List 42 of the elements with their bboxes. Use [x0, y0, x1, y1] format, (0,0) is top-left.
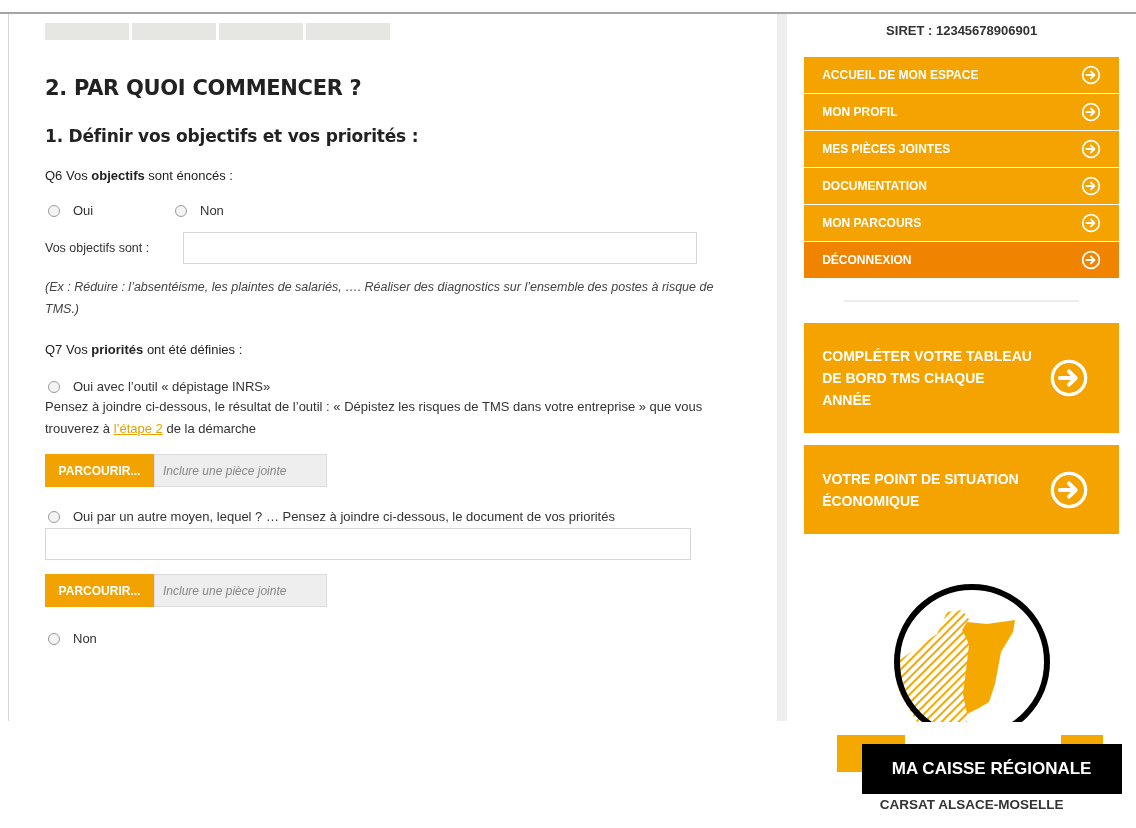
radio-button[interactable]: [48, 632, 60, 645]
question-label: Q7 Vos priorités ont été définies :: [45, 342, 244, 357]
question-label: Q6 Vos objectifs sont énoncés :: [45, 168, 234, 183]
radio-label: Oui avec l’outil « dépistage INRS»: [73, 379, 271, 394]
attachment-field[interactable]: Inclure une pièce jointe: [154, 574, 327, 607]
siret-number: SIRET : 12345678906901: [886, 23, 1038, 38]
arrow-circle-icon: [1081, 139, 1102, 159]
arrow-circle-icon: [1049, 358, 1090, 398]
region-name: CARSAT ALSACE-MOSELLE: [879, 797, 1064, 812]
promo-button[interactable]: VOTRE POINT DE SITUATION ÉCONOMIQUE: [804, 445, 1120, 534]
arrow-circle-icon: [1081, 176, 1102, 196]
text-field[interactable]: [183, 232, 697, 264]
text-field[interactable]: [45, 528, 691, 560]
field-label: Vos objectifs sont :: [45, 241, 151, 255]
region-banner: MA CAISSE RÉGIONALE: [861, 744, 1122, 794]
page-heading: 2. PAR QUOI COMMENCER ?: [45, 76, 363, 100]
menu-item[interactable]: MON PARCOURS: [804, 205, 1120, 241]
attachment-field[interactable]: Inclure une pièce jointe: [154, 454, 327, 487]
instruction-text: Pensez à joindre ci-dessous, le résultat de l’outil : « Dépistez les risques de TMS dans votre entreprise » que vous trouverez à l’étape 2 de la démarche: [45, 398, 704, 438]
section-heading: 1. Définir vos objectifs et vos priorités :: [45, 126, 420, 146]
radio-label: Oui par un autre moyen, lequel ? … Pensez à joindre ci-dessous, le document de vos priorités: [73, 509, 615, 524]
arrow-circle-icon: [1081, 102, 1102, 122]
radio-label: Non: [200, 203, 224, 218]
radio-label: Oui: [73, 203, 94, 218]
browse-button[interactable]: PARCOURIR...: [45, 454, 154, 487]
arrow-circle-icon: [1081, 250, 1102, 270]
arrow-circle-icon: [1081, 65, 1102, 85]
menu-item[interactable]: MES PIÈCES JOINTES: [804, 131, 1120, 167]
menu-item[interactable]: MON PROFIL: [804, 94, 1120, 130]
arrow-circle-icon: [1081, 213, 1102, 233]
promo-button[interactable]: COMPLÉTER VOTRE TABLEAU DE BORD TMS CHAQUE ANNÉE: [804, 323, 1120, 433]
menu-item[interactable]: ACCUEIL DE MON ESPACE: [804, 57, 1120, 93]
radio-button[interactable]: [48, 380, 60, 393]
radio-button[interactable]: [175, 204, 187, 217]
example-note: (Ex : Réduire : l’absentéisme, les plaintes de salariés, …. Réaliser des diagnostics sur l’ensemble des postes à risque de TMS.): [45, 279, 715, 318]
radio-button[interactable]: [48, 204, 60, 217]
arrow-circle-icon: [1049, 469, 1090, 510]
step-link[interactable]: l’étape 2: [113, 421, 163, 436]
radio-button[interactable]: [48, 510, 60, 523]
browse-button[interactable]: PARCOURIR...: [45, 574, 154, 607]
radio-label: Non: [73, 631, 97, 646]
menu-item[interactable]: DOCUMENTATION: [804, 168, 1120, 204]
